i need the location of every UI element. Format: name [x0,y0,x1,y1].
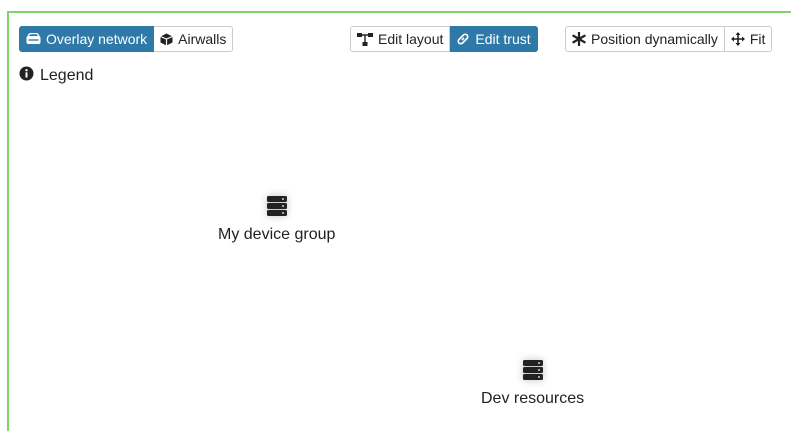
node-dev-resources[interactable]: Dev resources [481,359,584,408]
server-icon [266,195,288,222]
sitemap-icon [357,32,373,46]
legend-toggle[interactable]: Legend [19,66,93,86]
arrows-move-icon [730,32,745,46]
position-dynamically-button[interactable]: Position dynamically [565,26,725,52]
layout-action-group: Position dynamically Fit [565,26,773,52]
view-tab-group: Overlay network Airwalls [19,26,234,52]
button-label: Edit trust [475,31,531,47]
button-label: Position dynamically [591,31,718,47]
hdd-icon [26,33,41,45]
fit-button[interactable]: Fit [724,26,773,52]
server-icon [522,359,544,386]
button-label: Fit [749,31,766,47]
edit-trust-button[interactable]: Edit trust [450,26,538,52]
asterisk-icon [572,32,586,46]
info-circle-icon [19,66,34,86]
node-label: My device group [218,226,336,243]
network-map-canvas[interactable] [7,11,791,431]
link-icon [456,32,470,46]
legend-label: Legend [40,67,94,84]
button-label: Edit layout [378,31,444,47]
node-label: Dev resources [481,390,585,407]
tab-label: Airwalls [178,31,227,47]
tab-overlay-network[interactable]: Overlay network [19,26,155,52]
edit-mode-group: Edit layout Edit trust [350,26,538,52]
cube-icon [160,33,173,46]
tab-label: Overlay network [46,31,148,47]
tab-airwalls[interactable]: Airwalls [154,26,234,52]
node-my-device-group[interactable]: My device group [218,195,335,244]
edit-layout-button[interactable]: Edit layout [350,26,451,52]
